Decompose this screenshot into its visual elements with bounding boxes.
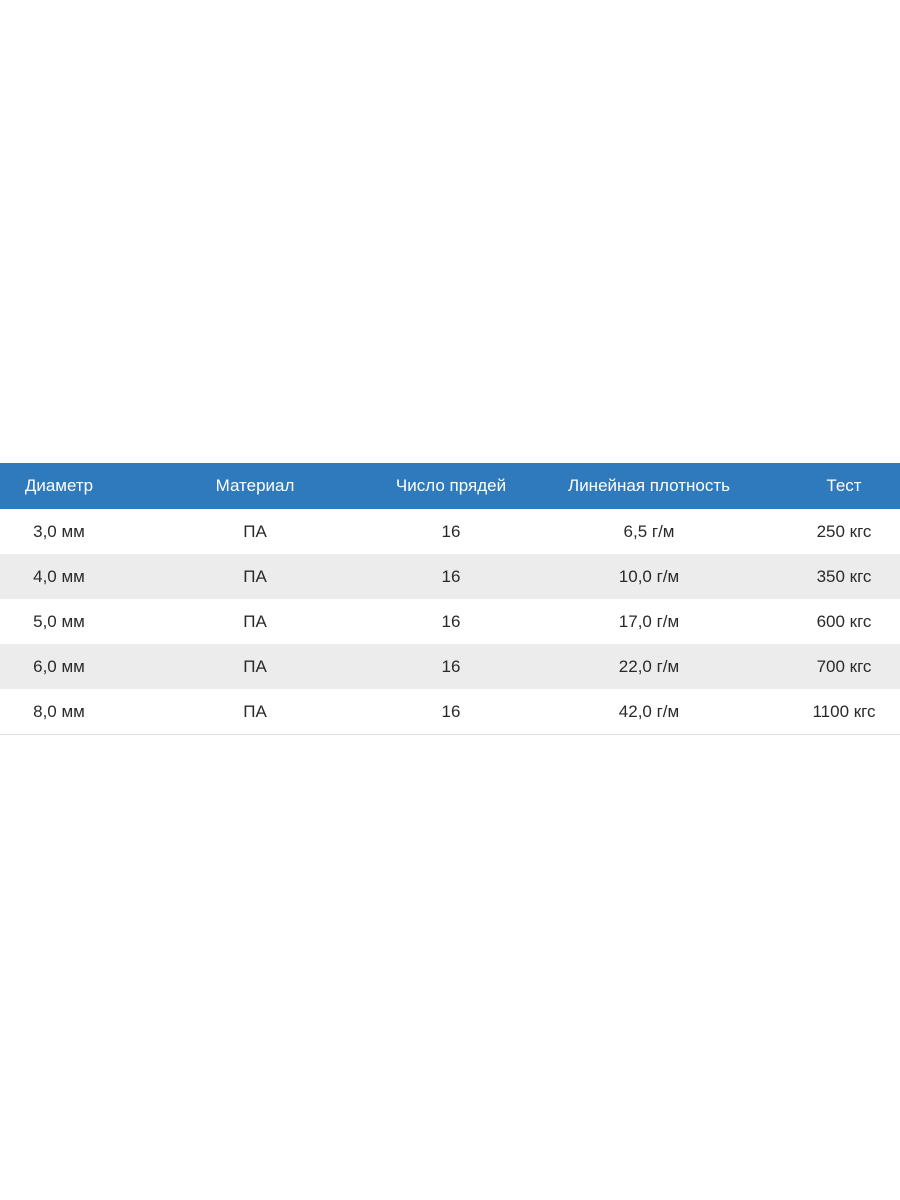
cell-strands: 16 — [392, 644, 510, 689]
cell-linear-density: 6,5 г/м — [623, 521, 675, 541]
cell-test: 600 кгс — [816, 611, 872, 631]
cell-test: 350 кгс — [788, 554, 900, 599]
cell-material: ПА — [118, 554, 392, 599]
header-strands: Число прядей — [392, 463, 510, 509]
table-header: Диаметр Материал Число прядей Линейная п… — [0, 463, 900, 509]
cell-diameter: 6,0 мм — [0, 644, 118, 689]
cell-strands: 16 — [392, 554, 510, 599]
table-row: 3,0 мм ПА 16 6,5 г/м 250 кгс — [0, 509, 900, 554]
cell-diameter: 5,0 мм — [33, 611, 85, 631]
table-body: 3,0 мм ПА 16 6,5 г/м 250 кгс 4,0 мм ПА 1… — [0, 509, 900, 735]
header-material: Материал — [118, 463, 392, 509]
specifications-table: Диаметр Материал Число прядей Линейная п… — [0, 463, 900, 735]
cell-test: 250 кгс — [816, 521, 872, 541]
cell-strands: 16 — [441, 611, 461, 631]
header-row: Диаметр Материал Число прядей Линейная п… — [0, 463, 900, 509]
cell-test: 1100 кгс — [788, 689, 900, 735]
cell-material: ПА — [118, 644, 392, 689]
cell-material: ПА — [243, 611, 267, 631]
cell-linear-density: 22,0 г/м — [510, 644, 788, 689]
cell-material: ПА — [118, 689, 392, 735]
table-row: 4,0 мм ПА 16 10,0 г/м 350 кгс — [0, 554, 900, 599]
table-row: 8,0 мм ПА 16 42,0 г/м 1100 кгс — [0, 689, 900, 735]
table-row: 6,0 мм ПА 16 22,0 г/м 700 кгс — [0, 644, 900, 689]
cell-strands: 16 — [441, 521, 461, 541]
header-test: Тест — [788, 463, 900, 509]
header-diameter: Диаметр — [0, 463, 118, 509]
cell-material: ПА — [243, 521, 267, 541]
cell-linear-density: 17,0 г/м — [618, 611, 680, 631]
cell-linear-density: 42,0 г/м — [510, 689, 788, 735]
table-row: 5,0 мм ПА 16 17,0 г/м 600 кгс — [0, 599, 900, 644]
cell-diameter: 8,0 мм — [0, 689, 118, 735]
cell-diameter: 4,0 мм — [0, 554, 118, 599]
cell-test: 700 кгс — [788, 644, 900, 689]
header-linear-density: Линейная плотность — [510, 463, 788, 509]
cell-diameter: 3,0 мм — [33, 521, 85, 541]
cell-linear-density: 10,0 г/м — [510, 554, 788, 599]
cell-strands: 16 — [392, 689, 510, 735]
